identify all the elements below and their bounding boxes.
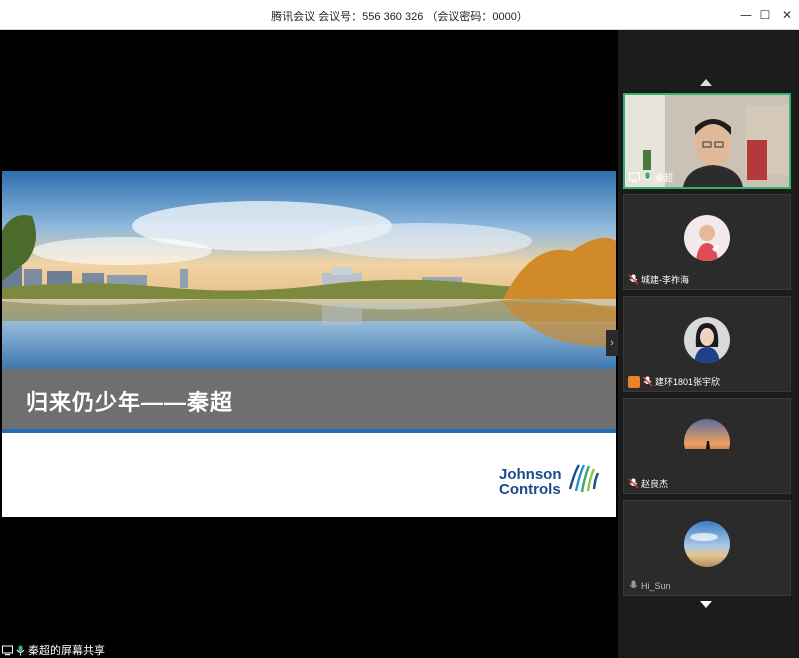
screen-share-area[interactable]: 归来仍少年——秦超 Johnson Controls › 秦超的屏幕共享 <box>0 30 618 658</box>
logo-line-1: Johnson <box>499 466 562 483</box>
window-title: 腾讯会议 会议号：556 360 326 （会议密码：0000） <box>271 11 528 23</box>
logo-text: Johnson Controls <box>499 467 562 497</box>
logo-mark-icon <box>568 464 600 493</box>
participant-tile[interactable]: 秦超 <box>623 93 791 189</box>
participant-tile[interactable]: 建环1801张宇欣 <box>623 296 791 392</box>
mic-icon <box>16 645 25 655</box>
slide-title-band: 归来仍少年——秦超 <box>2 369 616 429</box>
participant-name-bar: 建环1801张宇欣 <box>628 375 720 388</box>
mic-muted-icon <box>642 376 653 387</box>
avatar <box>684 419 730 465</box>
avatar <box>684 317 730 363</box>
participant-name: Hi_Sun <box>641 580 671 591</box>
johnson-controls-logo: Johnson Controls <box>499 461 609 511</box>
screen-share-icon <box>2 645 13 655</box>
slide-title: 归来仍少年——秦超 <box>26 390 234 415</box>
presenter-label-text: 秦超的屏幕共享 <box>28 645 105 657</box>
participant-name-bar: 秦超 <box>629 171 673 184</box>
participant-name: 建环1801张宇欣 <box>655 377 721 387</box>
scroll-down-icon[interactable] <box>700 601 712 608</box>
screen-share-icon <box>629 172 640 183</box>
scroll-up-icon[interactable] <box>700 79 712 86</box>
presentation-slide: 归来仍少年——秦超 Johnson Controls <box>2 171 616 517</box>
participant-name: 赵良杰 <box>641 479 669 489</box>
close-button[interactable]: ✕ <box>776 4 798 26</box>
mic-muted-icon <box>628 274 639 285</box>
maximize-button[interactable]: ☐ <box>754 4 776 26</box>
host-badge-icon <box>628 375 640 388</box>
logo-line-2: Controls <box>499 481 561 498</box>
participant-name-bar: 赵良杰 <box>628 477 668 490</box>
slide-landscape-photo <box>2 171 616 369</box>
participant-tile[interactable]: 城建-李祚海 <box>623 194 791 290</box>
participant-name-bar: Hi_Sun <box>628 579 671 592</box>
mic-muted-icon <box>629 580 638 588</box>
mic-icon <box>643 172 652 180</box>
participant-name: 城建-李祚海 <box>641 275 689 285</box>
presenter-label: 秦超的屏幕共享 <box>2 643 105 657</box>
avatar <box>684 215 730 261</box>
mic-muted-icon <box>628 478 639 489</box>
slide-accent-line <box>2 429 616 433</box>
participant-name: 秦超 <box>655 173 674 183</box>
participant-panel: 秦超 城建-李祚海 建环1801张宇欣 赵良杰 Hi_Sun <box>618 30 799 658</box>
participant-tile[interactable]: Hi_Sun <box>623 500 791 596</box>
avatar <box>684 521 730 567</box>
participant-tile[interactable]: 赵良杰 <box>623 398 791 494</box>
participant-name-bar: 城建-李祚海 <box>628 273 689 286</box>
title-bar: 腾讯会议 会议号：556 360 326 （会议密码：0000） — ☐ ✕ <box>0 0 799 30</box>
sidebar-toggle-button[interactable]: › <box>606 330 618 356</box>
